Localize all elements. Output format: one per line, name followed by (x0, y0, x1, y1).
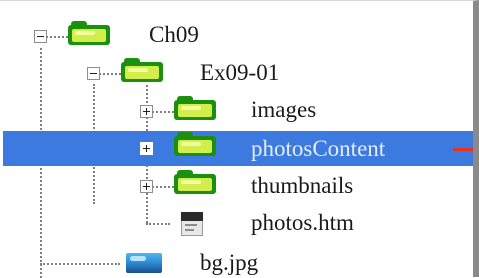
folder-icon (68, 21, 110, 45)
tree-connector-line (152, 111, 174, 113)
collapse-icon[interactable] (34, 30, 47, 43)
tree-connector-line (99, 73, 121, 75)
file-tree: Ch09 Ex09-01 images photosContent thumbn… (0, 1, 473, 278)
tree-item-ex09-01[interactable]: Ex09-01 (200, 60, 279, 86)
tree-item-ch09[interactable]: Ch09 (149, 22, 199, 48)
red-marker (453, 148, 473, 151)
expand-icon[interactable] (140, 105, 153, 118)
file-tree-window: Ch09 Ex09-01 images photosContent thumbn… (0, 0, 479, 278)
tree-connector-line (40, 263, 120, 265)
folder-icon (174, 96, 216, 120)
tree-item-images[interactable]: images (251, 97, 316, 123)
tree-item-thumbnails[interactable]: thumbnails (251, 173, 353, 199)
folder-icon (121, 58, 163, 82)
tree-item-photoscontent[interactable]: photosContent (251, 136, 385, 162)
tree-item-photos-htm[interactable]: photos.htm (251, 210, 354, 236)
collapse-icon[interactable] (87, 67, 100, 80)
folder-icon (174, 170, 216, 194)
expand-icon[interactable] (140, 180, 153, 193)
tree-connector-line (152, 186, 174, 188)
tree-item-bg-jpg[interactable]: bg.jpg (200, 250, 258, 276)
selected-row-highlight (3, 131, 473, 166)
folder-icon (174, 132, 216, 156)
image-file-icon (126, 253, 162, 273)
tree-connector-line (46, 36, 68, 38)
tree-connector-line (146, 223, 170, 225)
expand-icon[interactable] (140, 142, 153, 155)
html-file-icon (181, 210, 203, 236)
